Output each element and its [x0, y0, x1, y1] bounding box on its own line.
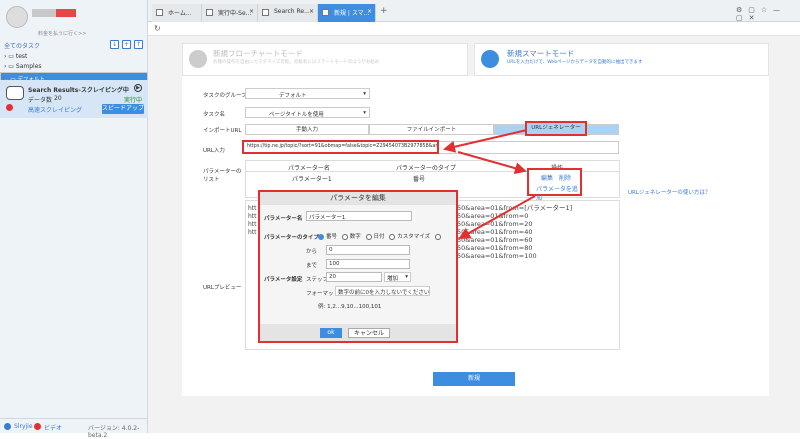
arrow-generator-to-url	[443, 129, 528, 153]
arrow-ops-to-modal	[458, 195, 536, 239]
annotation-arrows	[443, 129, 536, 239]
arrow-url-to-ops	[457, 151, 527, 175]
